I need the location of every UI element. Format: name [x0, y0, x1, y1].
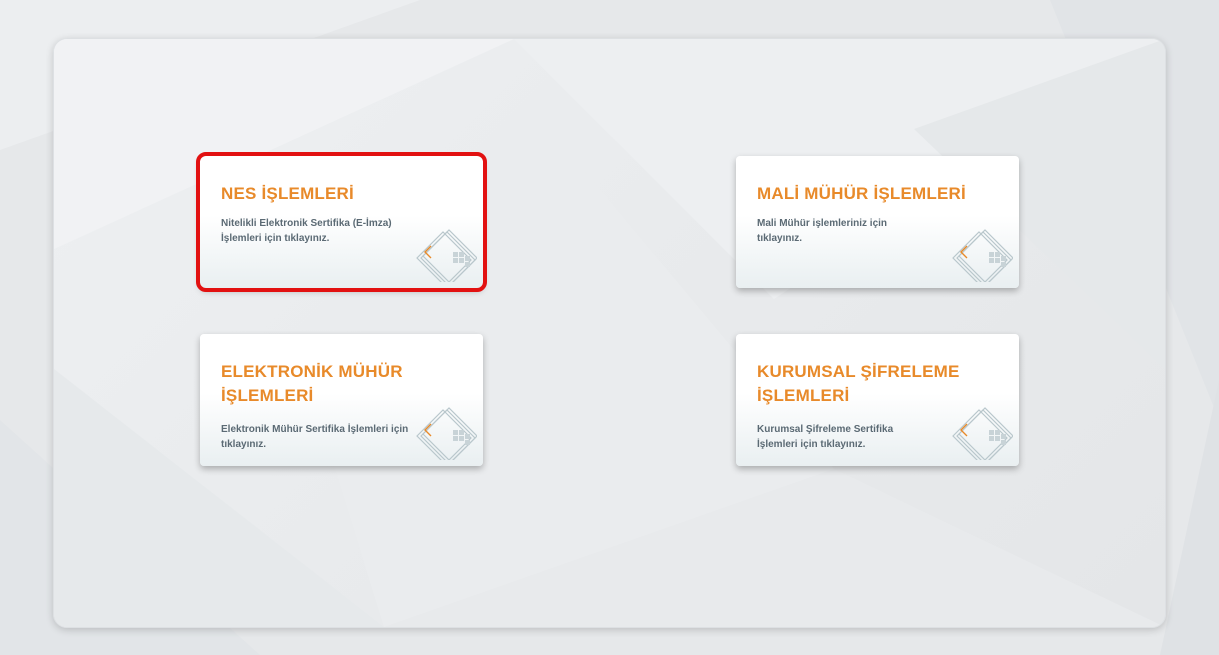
- card-description: Mali Mühür işlemleriniz için tıklayınız.: [757, 218, 888, 244]
- card-description: Elektronik Mühür Sertifika İşlemleri içi…: [221, 424, 409, 450]
- smart-card-icon: [952, 407, 1013, 460]
- card-description: Kurumsal Şifreleme Sertifika İşlemleri i…: [757, 424, 894, 450]
- card-mali-muhur-islemleri[interactable]: MALİ MÜHÜR İŞLEMLERİ Mali Mühür işlemler…: [736, 156, 1019, 288]
- smart-card-icon: [952, 229, 1013, 282]
- smart-card-icon: [416, 407, 477, 460]
- card-description: Nitelikli Elektronik Sertifika (E-İmza) …: [221, 218, 392, 244]
- card-nes-islemleri[interactable]: NES İŞLEMLERİ Nitelikli Elektronik Serti…: [196, 152, 487, 292]
- card-title: NES İŞLEMLERİ: [221, 184, 354, 203]
- smart-card-icon: [416, 229, 477, 282]
- main-panel: NES İŞLEMLERİ Nitelikli Elektronik Serti…: [53, 38, 1166, 628]
- panel-background-pattern: [54, 39, 1165, 627]
- card-kurumsal-sifreleme-islemleri[interactable]: KURUMSAL ŞİFRELEME İŞLEMLERİ Kurumsal Şi…: [736, 334, 1019, 466]
- card-elektronik-muhur-islemleri[interactable]: ELEKTRONİK MÜHÜR İŞLEMLERİ Elektronik Mü…: [200, 334, 483, 466]
- card-title: MALİ MÜHÜR İŞLEMLERİ: [757, 184, 966, 203]
